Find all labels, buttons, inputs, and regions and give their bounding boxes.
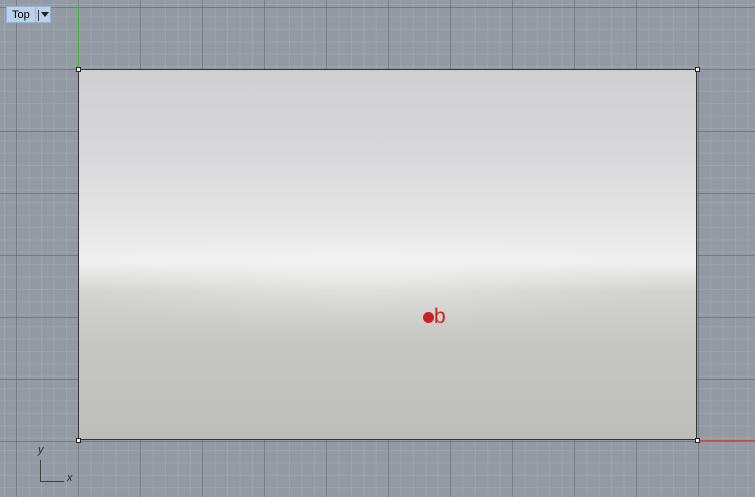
planar-surface[interactable] bbox=[78, 69, 697, 440]
surface-shading bbox=[79, 70, 696, 439]
viewport-title[interactable]: Top bbox=[6, 6, 35, 23]
axis-y-label: y bbox=[38, 444, 44, 456]
surface-corner-top-left[interactable] bbox=[76, 67, 81, 72]
world-axes-icon: y x bbox=[36, 444, 80, 486]
point-b-marker[interactable] bbox=[423, 312, 434, 323]
axis-y-arm bbox=[40, 460, 41, 481]
surface-corner-top-right[interactable] bbox=[695, 67, 700, 72]
dropdown-arrow-icon[interactable] bbox=[34, 6, 51, 23]
axis-x-arm bbox=[40, 481, 64, 482]
viewport-title-tab[interactable]: Top bbox=[6, 6, 51, 23]
y-axis-line bbox=[78, 6, 79, 70]
x-axis-line bbox=[697, 440, 755, 441]
axis-x-label: x bbox=[67, 472, 73, 484]
top-viewport[interactable]: b Top y x bbox=[0, 0, 755, 497]
surface-corner-bottom-left[interactable] bbox=[76, 438, 81, 443]
surface-corner-bottom-right[interactable] bbox=[695, 438, 700, 443]
point-b-label: b bbox=[434, 305, 446, 328]
